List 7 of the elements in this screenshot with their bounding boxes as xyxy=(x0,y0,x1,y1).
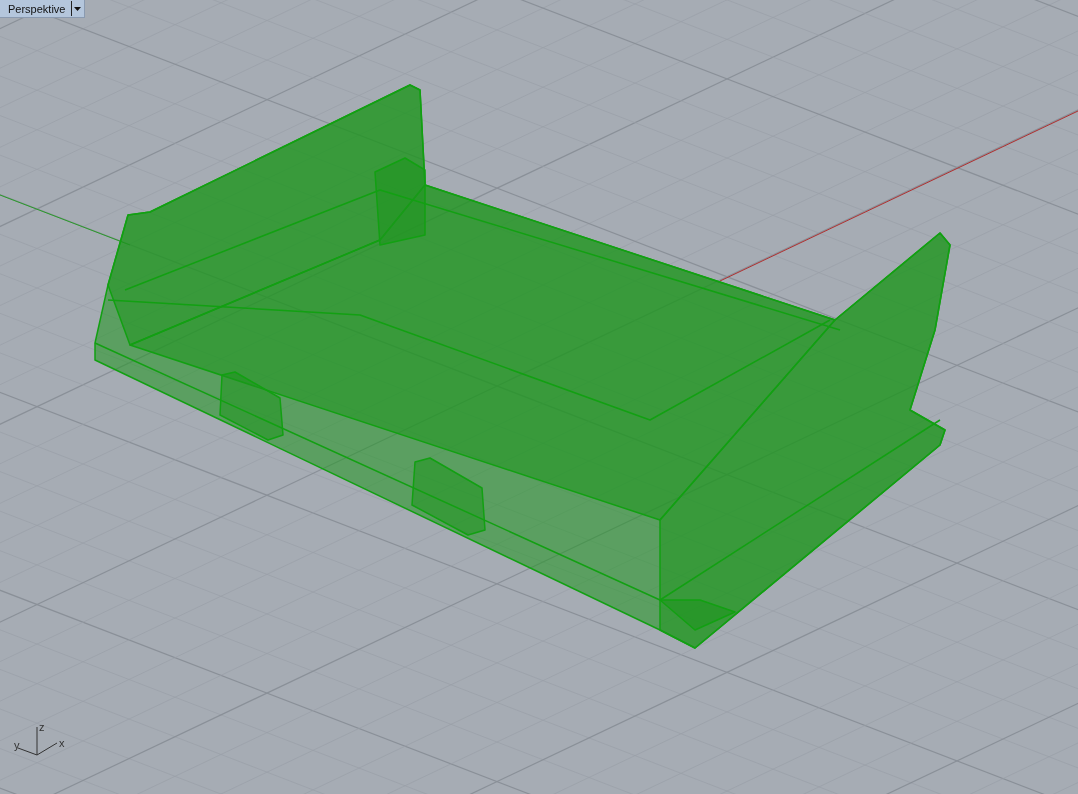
x-axis-label: x xyxy=(59,738,65,749)
viewport-tab[interactable]: Perspektive xyxy=(0,0,86,18)
viewport-tab-label: Perspektive xyxy=(7,2,67,15)
y-axis-label: y xyxy=(14,740,20,751)
caret-icon xyxy=(74,6,82,11)
z-axis-label: z xyxy=(39,722,45,733)
viewport[interactable]: Perspektive z y x xyxy=(0,0,1078,794)
